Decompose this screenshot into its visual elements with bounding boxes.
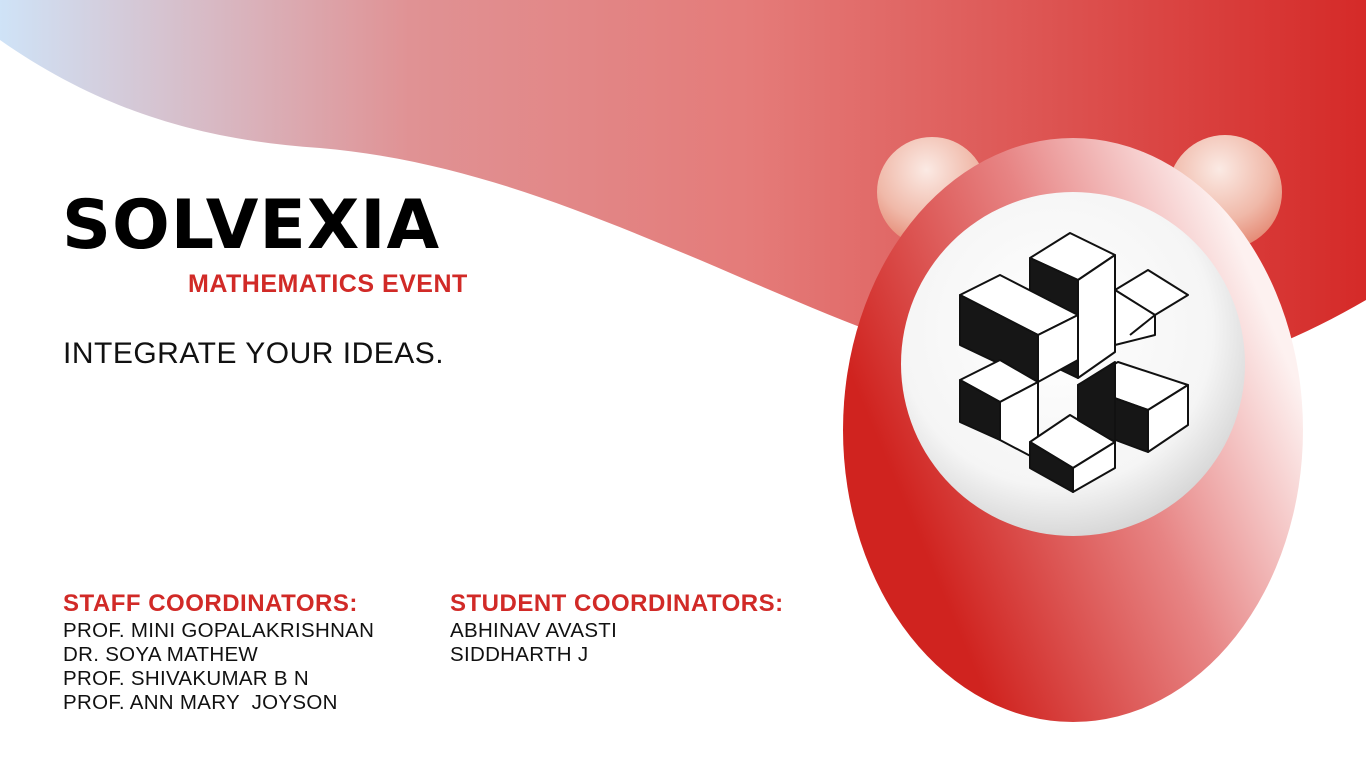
staff-coordinator-name: PROF. SHIVAKUMAR B N xyxy=(63,667,309,690)
staff-coordinators: STAFF COORDINATORS: PROF. MINI GOPALAKRI… xyxy=(63,590,374,715)
staff-coordinators-heading: STAFF COORDINATORS: xyxy=(63,590,358,617)
event-title: SOLVEXIA xyxy=(62,186,441,265)
staff-coordinator-name: PROF. ANN MARY JOYSON xyxy=(63,691,338,714)
staff-coordinator-name: DR. SOYA MATHEW xyxy=(63,643,259,666)
student-coordinator-name: ABHINAV AVASTI xyxy=(450,619,618,642)
student-coordinators: STUDENT COORDINATORS: ABHINAV AVASTI SID… xyxy=(450,590,784,667)
event-tagline: INTEGRATE YOUR IDEAS. xyxy=(63,337,445,370)
mascot-illustration xyxy=(843,135,1303,722)
student-coordinator-name: SIDDHARTH J xyxy=(450,643,589,666)
event-subtitle: MATHEMATICS EVENT xyxy=(188,270,468,298)
staff-coordinator-name: PROF. MINI GOPALAKRISHNAN xyxy=(63,619,375,642)
student-coordinators-heading: STUDENT COORDINATORS: xyxy=(450,590,784,617)
